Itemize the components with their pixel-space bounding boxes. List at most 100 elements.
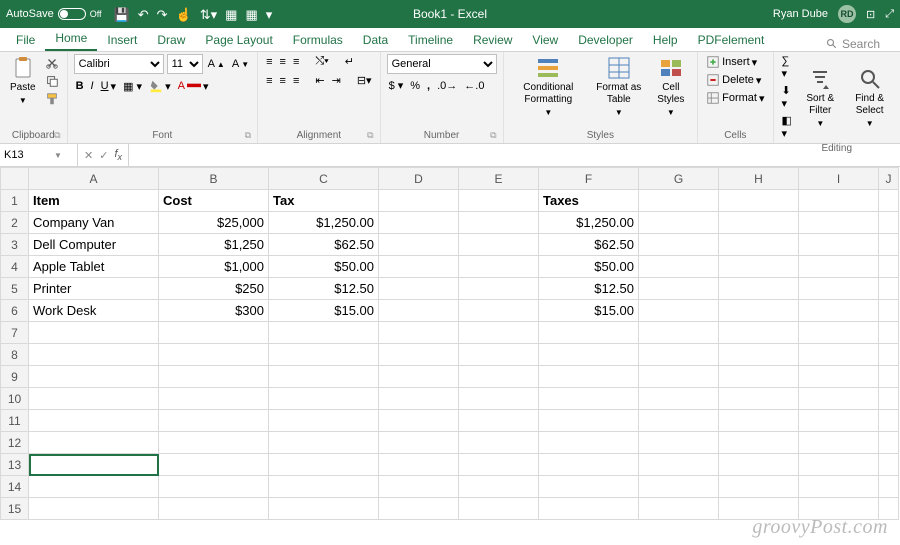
cell-G2[interactable] — [639, 212, 719, 234]
insert-cells-button[interactable]: Insert ▾ — [704, 54, 766, 70]
cell-H10[interactable] — [719, 388, 799, 410]
tab-pdfelement[interactable]: PDFelement — [688, 29, 775, 51]
align-right-button[interactable]: ≡ — [291, 74, 301, 88]
cell-C13[interactable] — [269, 454, 379, 476]
cell-F13[interactable] — [539, 454, 639, 476]
username[interactable]: Ryan Dube — [773, 8, 828, 20]
cell-B10[interactable] — [159, 388, 269, 410]
cell-B1[interactable]: Cost — [159, 190, 269, 212]
cell-I7[interactable] — [799, 322, 879, 344]
cell-F11[interactable] — [539, 410, 639, 432]
cell-H1[interactable] — [719, 190, 799, 212]
cell-D14[interactable] — [379, 476, 459, 498]
enter-icon[interactable]: ✓ — [99, 149, 108, 162]
increase-font-button[interactable]: A▲ — [206, 57, 227, 71]
cell-B11[interactable] — [159, 410, 269, 432]
cell-H7[interactable] — [719, 322, 799, 344]
cell-C2[interactable]: $1,250.00 — [269, 212, 379, 234]
avatar[interactable]: RD — [838, 5, 856, 23]
column-header-G[interactable]: G — [639, 168, 719, 190]
cell-J2[interactable] — [879, 212, 899, 234]
currency-button[interactable]: $ ▾ — [387, 78, 406, 93]
cell-F4[interactable]: $50.00 — [539, 256, 639, 278]
cell-G12[interactable] — [639, 432, 719, 454]
align-top-button[interactable]: ≡ — [264, 55, 274, 69]
wrap-text-button[interactable]: ↵ — [343, 54, 356, 69]
cell-G10[interactable] — [639, 388, 719, 410]
column-header-C[interactable]: C — [269, 168, 379, 190]
cell-E11[interactable] — [459, 410, 539, 432]
cell-F3[interactable]: $62.50 — [539, 234, 639, 256]
cell-A5[interactable]: Printer — [29, 278, 159, 300]
cell-F2[interactable]: $1,250.00 — [539, 212, 639, 234]
cell-J13[interactable] — [879, 454, 899, 476]
cell-E13[interactable] — [459, 454, 539, 476]
cell-H6[interactable] — [719, 300, 799, 322]
cell-B14[interactable] — [159, 476, 269, 498]
fill-button[interactable]: ⬇ ▾ — [780, 83, 796, 111]
fx-icon[interactable]: fx — [114, 148, 122, 162]
cell-C12[interactable] — [269, 432, 379, 454]
column-header-F[interactable]: F — [539, 168, 639, 190]
sort-icon[interactable]: ⇅▾ — [200, 8, 217, 21]
cell-D10[interactable] — [379, 388, 459, 410]
cell-G14[interactable] — [639, 476, 719, 498]
cell-E5[interactable] — [459, 278, 539, 300]
cell-E12[interactable] — [459, 432, 539, 454]
cell-D9[interactable] — [379, 366, 459, 388]
cell-D13[interactable] — [379, 454, 459, 476]
percent-button[interactable]: % — [408, 79, 422, 93]
row-header[interactable]: 6 — [1, 300, 29, 322]
cell-J11[interactable] — [879, 410, 899, 432]
format-as-table-button[interactable]: Format as Table▼ — [590, 54, 647, 120]
cell-I12[interactable] — [799, 432, 879, 454]
cell-I1[interactable] — [799, 190, 879, 212]
column-header-H[interactable]: H — [719, 168, 799, 190]
cell-I14[interactable] — [799, 476, 879, 498]
increase-indent-button[interactable]: ⇥ — [330, 73, 343, 88]
cell-E6[interactable] — [459, 300, 539, 322]
row-header[interactable]: 9 — [1, 366, 29, 388]
cell-A2[interactable]: Company Van — [29, 212, 159, 234]
select-all-corner[interactable] — [1, 168, 29, 190]
merge-button[interactable]: ⊟▾ — [355, 73, 374, 88]
cell-D7[interactable] — [379, 322, 459, 344]
tab-file[interactable]: File — [6, 29, 45, 51]
fill-color-button[interactable]: ▾ — [147, 78, 173, 94]
cell-J4[interactable] — [879, 256, 899, 278]
cell-G6[interactable] — [639, 300, 719, 322]
cell-G4[interactable] — [639, 256, 719, 278]
cell-E4[interactable] — [459, 256, 539, 278]
cell-B12[interactable] — [159, 432, 269, 454]
cell-F8[interactable] — [539, 344, 639, 366]
decrease-indent-button[interactable]: ⇤ — [313, 73, 326, 88]
cell-J6[interactable] — [879, 300, 899, 322]
tab-formulas[interactable]: Formulas — [283, 29, 353, 51]
cell-J5[interactable] — [879, 278, 899, 300]
cell-H2[interactable] — [719, 212, 799, 234]
column-header-I[interactable]: I — [799, 168, 879, 190]
cancel-icon[interactable]: ✕ — [84, 149, 93, 162]
cell-F9[interactable] — [539, 366, 639, 388]
cell-I5[interactable] — [799, 278, 879, 300]
column-header-J[interactable]: J — [879, 168, 899, 190]
tab-insert[interactable]: Insert — [97, 29, 147, 51]
cell-E14[interactable] — [459, 476, 539, 498]
align-middle-button[interactable]: ≡ — [278, 55, 288, 69]
border-button[interactable]: ▦ ▾ — [121, 79, 144, 94]
cell-I13[interactable] — [799, 454, 879, 476]
cell-B3[interactable]: $1,250 — [159, 234, 269, 256]
cell-I4[interactable] — [799, 256, 879, 278]
column-header-E[interactable]: E — [459, 168, 539, 190]
row-header[interactable]: 7 — [1, 322, 29, 344]
cell-H13[interactable] — [719, 454, 799, 476]
column-header-A[interactable]: A — [29, 168, 159, 190]
cell-E10[interactable] — [459, 388, 539, 410]
cell-C11[interactable] — [269, 410, 379, 432]
cell-A11[interactable] — [29, 410, 159, 432]
cell-F12[interactable] — [539, 432, 639, 454]
cell-D5[interactable] — [379, 278, 459, 300]
cell-I10[interactable] — [799, 388, 879, 410]
cell-J7[interactable] — [879, 322, 899, 344]
cell-I2[interactable] — [799, 212, 879, 234]
